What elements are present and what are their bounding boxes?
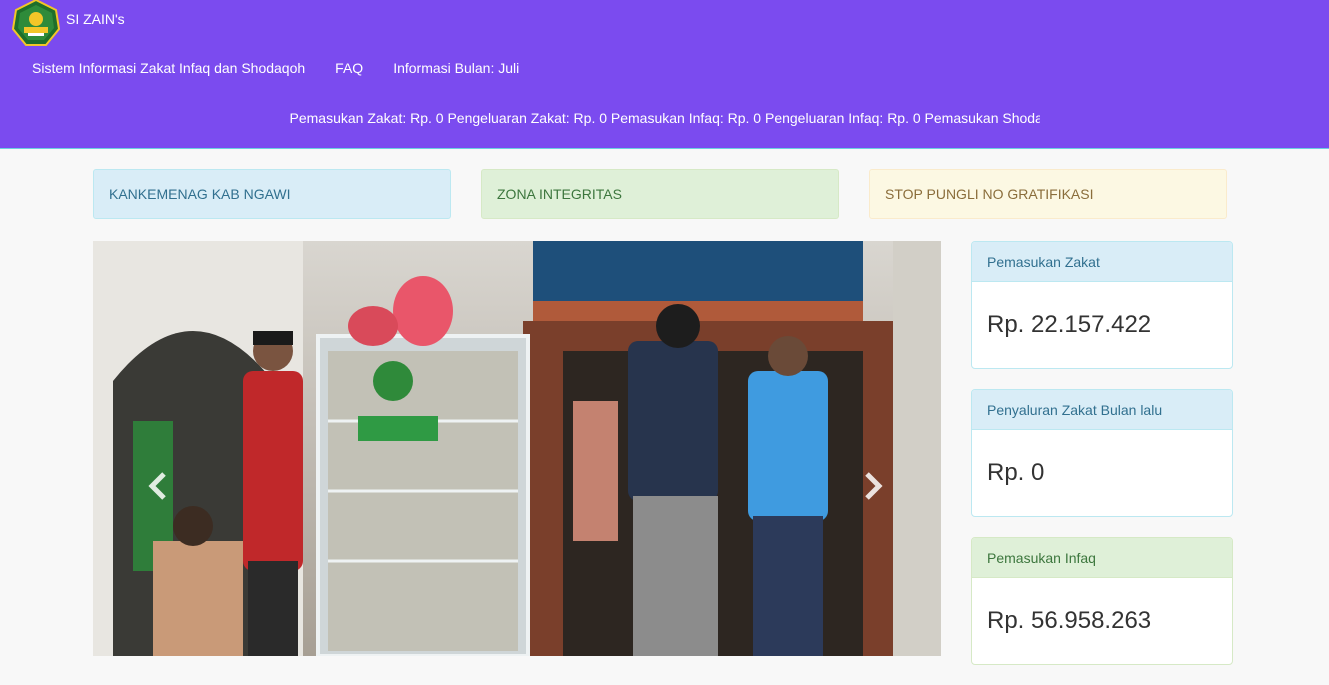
panel-pemasukan-zakat: Pemasukan Zakat Rp. 22.157.422	[971, 241, 1233, 369]
marquee-text: Pemasukan Zakat: Rp. 0 Pengeluaran Zakat…	[289, 110, 1040, 126]
panel-title: Penyaluran Zakat Bulan lalu	[972, 390, 1232, 430]
carousel-next-button[interactable]	[853, 466, 893, 506]
marquee-summary: Pemasukan Zakat: Rp. 0 Pengeluaran Zakat…	[0, 110, 1329, 126]
alert-zona-integritas: ZONA INTEGRITAS	[481, 169, 839, 219]
carousel-photo	[93, 241, 941, 656]
brand-name: SI ZAIN's	[66, 11, 125, 27]
nav-links: Sistem Informasi Zakat Infaq dan Shodaqo…	[32, 60, 519, 76]
panel-title: Pemasukan Infaq	[972, 538, 1232, 578]
summary-panels: Pemasukan Zakat Rp. 22.157.422 Penyalura…	[971, 241, 1233, 685]
kemenag-logo-icon	[12, 0, 60, 46]
chevron-left-icon	[148, 472, 166, 500]
alerts-row: KANKEMENAG KAB NGAWI ZONA INTEGRITAS STO…	[93, 169, 1227, 219]
panel-value: Rp. 22.157.422	[987, 311, 1152, 338]
carousel-prev-button[interactable]	[138, 466, 178, 506]
panel-title: Pemasukan Zakat	[972, 242, 1232, 282]
alert-stop-pungli: STOP PUNGLI NO GRATIFIKASI	[869, 169, 1227, 219]
nav-item-informasi-bulan[interactable]: Informasi Bulan: Juli	[393, 60, 519, 76]
image-carousel[interactable]	[93, 241, 941, 656]
nav-item-faq[interactable]: FAQ	[335, 60, 363, 76]
nav-item-sistem-informasi[interactable]: Sistem Informasi Zakat Infaq dan Shodaqo…	[32, 60, 305, 76]
chevron-right-icon	[865, 472, 883, 500]
panel-pemasukan-infaq: Pemasukan Infaq Rp. 56.958.263	[971, 537, 1233, 665]
panel-value: Rp. 0	[987, 459, 1045, 486]
alert-kankemenag: KANKEMENAG KAB NGAWI	[93, 169, 451, 219]
navbar: SI ZAIN's Sistem Informasi Zakat Infaq d…	[0, 0, 1329, 149]
brand[interactable]: SI ZAIN's	[12, 0, 125, 46]
panel-value: Rp. 56.958.263	[987, 607, 1152, 634]
panel-penyaluran-zakat: Penyaluran Zakat Bulan lalu Rp. 0	[971, 389, 1233, 517]
